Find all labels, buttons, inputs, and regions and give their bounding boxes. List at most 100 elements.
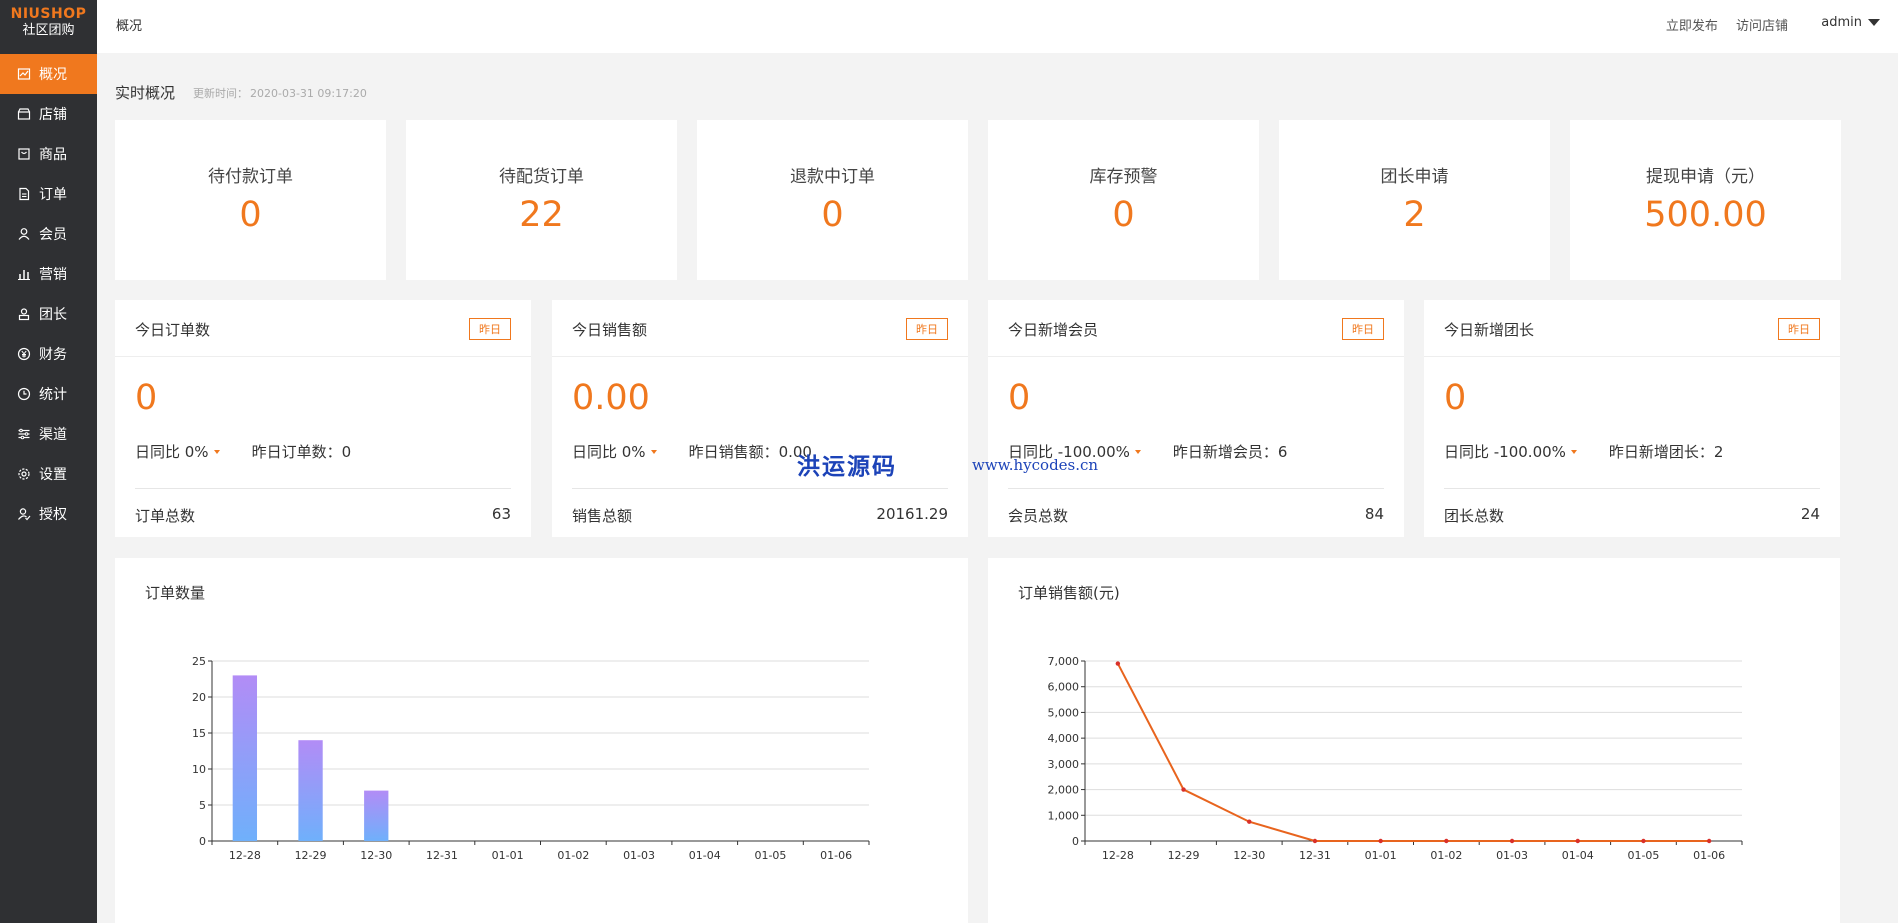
stat-label: 退款中订单 (790, 167, 875, 187)
stat-label: 团长申请 (1380, 167, 1449, 187)
sidebar-item-6[interactable]: 团长 (0, 294, 97, 334)
sidebar-item-label: 订单 (39, 187, 67, 203)
comparison-row: 日同比 0% 昨日订单数：0 (135, 441, 351, 462)
point-01-06 (1706, 838, 1712, 844)
leader-icon (17, 307, 31, 321)
sidebar-item-7[interactable]: 财务 (0, 334, 97, 374)
y-tick-label: 3,000 (1048, 758, 1080, 771)
yesterday-button[interactable]: 昨日 (1342, 318, 1384, 340)
sidebar-item-10[interactable]: 设置 (0, 454, 97, 494)
x-tick-label: 12-31 (426, 849, 458, 862)
y-tick-label: 7,000 (1048, 655, 1080, 668)
user-name: admin (1821, 15, 1862, 30)
x-tick-label: 01-04 (1562, 849, 1594, 862)
bar-12-29 (298, 740, 323, 841)
sidebar-item-8[interactable]: 统计 (0, 374, 97, 414)
y-tick-label: 1,000 (1048, 809, 1080, 822)
point-12-28 (1115, 661, 1121, 666)
update-time-label: 更新时间： (193, 87, 248, 100)
section-title: 实时概况 (115, 84, 176, 102)
sidebar-item-9[interactable]: 渠道 (0, 414, 97, 454)
publish-link[interactable]: 立即发布 (1666, 19, 1718, 34)
divider (1444, 488, 1820, 489)
stat-card-pending-payment[interactable]: 待付款订单 0 (115, 120, 386, 280)
x-tick-label: 01-02 (557, 849, 589, 862)
y-tick-label: 20 (192, 691, 206, 704)
channel-icon (17, 427, 31, 441)
sidebar-item-label: 设置 (39, 467, 67, 483)
yesterday-button[interactable]: 昨日 (469, 318, 511, 340)
visit-store-link[interactable]: 访问店铺 (1736, 19, 1788, 34)
yesterday-value: 昨日新增团长：2 (1608, 443, 1724, 461)
today-value: 0 (1008, 378, 1031, 418)
x-tick-label: 12-30 (360, 849, 392, 862)
comparison-row: 日同比 0% 昨日销售额：0.00 (572, 441, 812, 462)
yesterday-value: 昨日销售额：0.00 (688, 443, 812, 461)
marketing-icon (17, 267, 31, 281)
order-sales-chart-panel: 订单销售额(元) 0 1,000 2,000 3,000 4,000 5,000 6,000… (988, 558, 1840, 923)
brand-name: NIUSHOP (10, 6, 87, 22)
stat-card-leader-application[interactable]: 团长申请 2 (1279, 120, 1550, 280)
total-value: 84 (1364, 505, 1384, 523)
stat-value: 500.00 (1644, 195, 1767, 235)
total-label: 销售总额 (572, 507, 633, 525)
sidebar-item-label: 财务 (39, 347, 67, 363)
product-icon (17, 147, 31, 161)
order-count-chart-panel: 订单数量 0 5 10 15 20 25 12-28 12-29 12-30 12-31 01-01… (115, 558, 968, 923)
sidebar-item-label: 授权 (39, 507, 67, 523)
y-tick-label: 25 (192, 655, 206, 668)
yesterday-button[interactable]: 昨日 (906, 318, 948, 340)
sidebar-item-0[interactable]: 概况 (0, 54, 97, 94)
stat-value: 2 (1403, 195, 1426, 235)
sidebar-item-5[interactable]: 营销 (0, 254, 97, 294)
stat-label: 待配货订单 (499, 167, 584, 187)
stat-value: 22 (519, 195, 564, 235)
stat-card-withdraw-application[interactable]: 提现申请（元） 500.00 (1570, 120, 1841, 280)
member-icon (17, 227, 31, 241)
x-tick-label: 12-31 (1299, 849, 1331, 862)
logo[interactable]: NIUSHOP 社区团购 (0, 0, 97, 54)
brand-subtitle: 社区团购 (22, 23, 75, 38)
gear-icon (17, 467, 31, 481)
x-tick-label: 01-06 (1693, 849, 1725, 862)
point-01-02 (1444, 838, 1449, 844)
yesterday-button[interactable]: 昨日 (1778, 318, 1820, 340)
card-header: 今日新增会员 昨日 (988, 300, 1404, 357)
today-card-sales: 今日销售额 昨日 0.00 日同比 0% 昨日销售额：0.00 销售总额 201… (552, 300, 968, 537)
y-tick-label: 15 (192, 727, 206, 740)
sidebar-item-11[interactable]: 授权 (0, 494, 97, 534)
user-menu[interactable]: admin (1821, 15, 1880, 30)
card-header: 今日销售额 昨日 (552, 300, 968, 357)
point-01-05 (1641, 838, 1646, 844)
stat-card-refunding[interactable]: 退款中订单 0 (697, 120, 968, 280)
x-tick-label: 01-05 (754, 849, 786, 862)
store-icon (17, 107, 31, 121)
order-icon (17, 187, 31, 201)
stat-card-pending-distribution[interactable]: 待配货订单 22 (406, 120, 677, 280)
point-01-03 (1509, 838, 1515, 844)
divider (1008, 488, 1384, 489)
yesterday-value: 昨日新增会员：6 (1172, 443, 1288, 461)
total-value: 20161.29 (876, 505, 948, 523)
today-value: 0.00 (572, 378, 650, 418)
sidebar-item-4[interactable]: 会员 (0, 214, 97, 254)
x-tick-label: 01-06 (820, 849, 852, 862)
x-tick-label: 12-29 (295, 849, 327, 862)
chevron-down-icon (1868, 19, 1880, 26)
sidebar-item-1[interactable]: 店铺 (0, 94, 97, 134)
watermark-url: www.hycodes.cn (972, 456, 1099, 474)
stat-value: 0 (1112, 195, 1135, 235)
sidebar-item-3[interactable]: 订单 (0, 174, 97, 214)
card-title: 今日新增团长 (1444, 321, 1535, 339)
stat-label: 待付款订单 (208, 167, 293, 187)
x-tick-label: 01-03 (1496, 849, 1528, 862)
sidebar-item-2[interactable]: 商品 (0, 134, 97, 174)
sidebar-item-label: 商品 (39, 147, 67, 163)
total-label: 会员总数 (1008, 507, 1069, 525)
x-tick-label: 01-01 (492, 849, 524, 862)
x-tick-label: 12-30 (1233, 849, 1265, 862)
stat-card-stock-warning[interactable]: 库存预警 0 (988, 120, 1259, 280)
order-sales-chart: 0 1,000 2,000 3,000 4,000 5,000 6,000 7,000 12-2… (1048, 655, 1743, 862)
x-tick-label: 12-29 (1168, 849, 1200, 862)
sidebar-item-label: 团长 (39, 307, 67, 323)
